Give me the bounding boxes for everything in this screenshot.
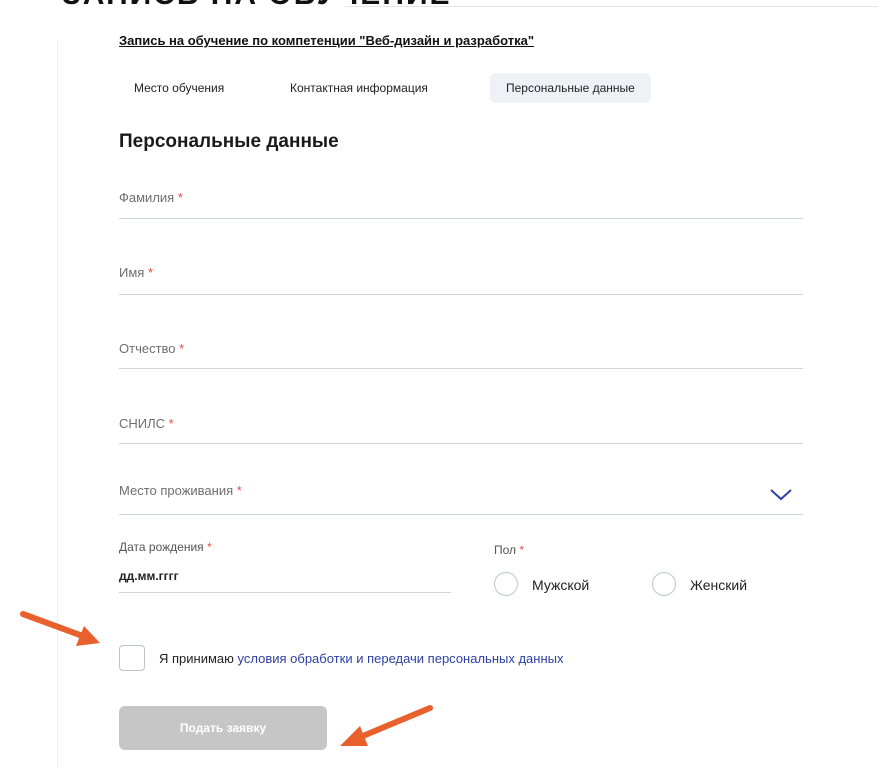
tab-contact-info[interactable]: Контактная информация xyxy=(290,73,428,103)
required-mark: * xyxy=(207,540,212,554)
annotation-arrow-submit-icon xyxy=(340,705,433,746)
required-mark: * xyxy=(179,341,185,356)
gender-male-label[interactable]: Мужской xyxy=(532,577,589,593)
first-name-field[interactable]: Имя * xyxy=(119,254,803,295)
residence-select[interactable]: Место проживания * xyxy=(119,474,803,515)
first-name-label: Имя * xyxy=(119,265,154,280)
consent-text: Я принимаю условия обработки и передачи … xyxy=(159,651,564,666)
snils-field[interactable]: СНИЛС * xyxy=(119,403,803,444)
gender-female-radio[interactable] xyxy=(652,572,676,596)
required-mark: * xyxy=(177,190,183,205)
required-mark: * xyxy=(236,483,242,498)
gender-female-label[interactable]: Женский xyxy=(690,577,747,593)
gender-label: Пол * xyxy=(494,543,525,557)
content-left-border xyxy=(57,40,58,768)
consent-terms-link[interactable]: условия обработки и передачи персональны… xyxy=(238,651,564,666)
birth-date-label: Дата рождения * xyxy=(119,540,212,554)
birth-date-placeholder: дд.мм.гггг xyxy=(119,569,179,583)
annotation-arrow-checkbox-icon xyxy=(20,611,100,646)
submit-button[interactable]: Подать заявку xyxy=(119,706,327,750)
required-mark: * xyxy=(168,416,174,431)
residence-label: Место проживания * xyxy=(119,483,242,498)
last-name-field[interactable]: Фамилия * xyxy=(119,178,803,219)
breadcrumb-link[interactable]: Запись на обучение по компетенции "Веб-д… xyxy=(119,33,534,48)
required-mark: * xyxy=(519,543,525,557)
snils-label: СНИЛС * xyxy=(119,416,174,431)
required-mark: * xyxy=(147,265,154,280)
patronymic-field[interactable]: Отчество * xyxy=(119,328,803,369)
birth-date-field[interactable]: Дата рождения * дд.мм.гггг xyxy=(119,540,451,593)
gender-male-radio[interactable] xyxy=(494,572,518,596)
last-name-label: Фамилия * xyxy=(119,190,183,205)
header-divider xyxy=(345,6,878,7)
chevron-down-icon[interactable] xyxy=(769,488,793,502)
section-title: Персональные данные xyxy=(119,131,339,152)
consent-checkbox[interactable] xyxy=(119,645,145,671)
tab-personal-data[interactable]: Персональные данные xyxy=(490,73,651,103)
tab-study-place[interactable]: Место обучения xyxy=(134,73,224,103)
patronymic-label: Отчество * xyxy=(119,341,185,356)
